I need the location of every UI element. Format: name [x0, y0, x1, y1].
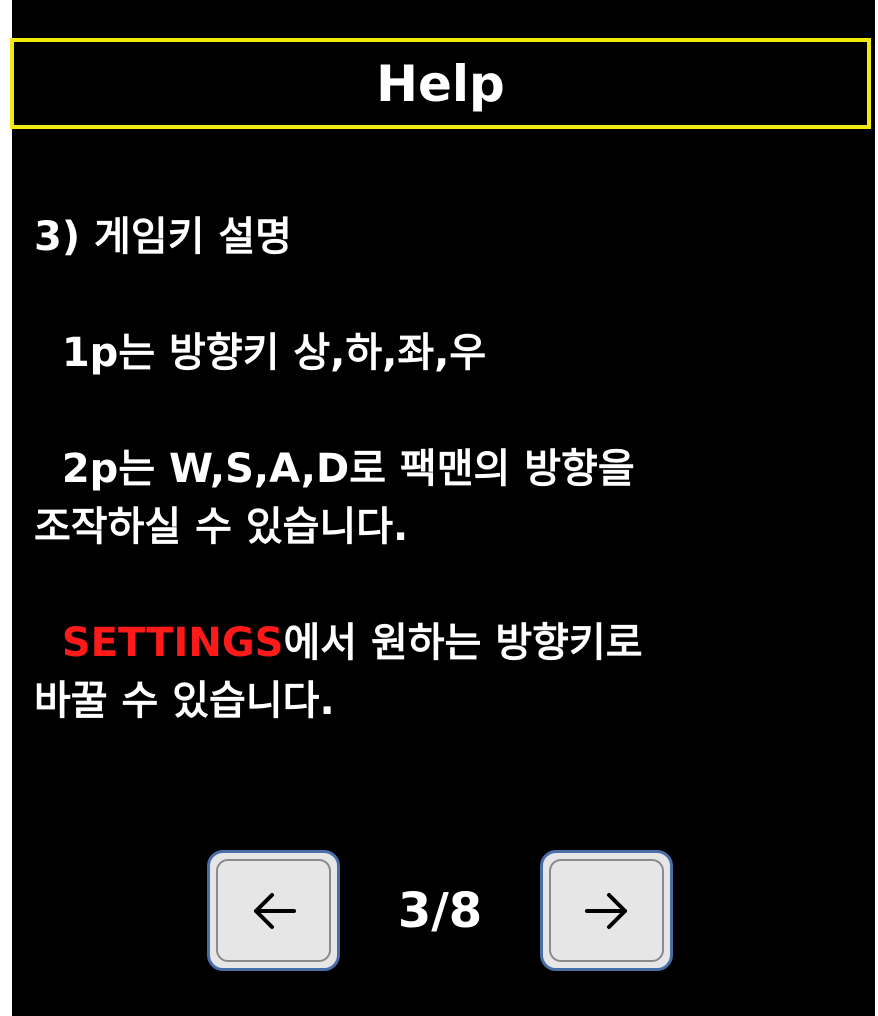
arrow-left-icon [253, 892, 296, 929]
help-text-settings-line1: SETTINGS에서 원하는 방향키로 [34, 614, 854, 672]
help-text-1p: 1p는 방향키 상,하,좌,우 [34, 330, 487, 376]
page-indicator: 3/8 [397, 883, 483, 939]
help-text-2p-line2: 조작하실 수 있습니다. [34, 504, 409, 550]
next-page-button[interactable] [540, 850, 673, 971]
title-bar: Help [10, 38, 871, 129]
page-title: Help [376, 54, 505, 113]
prev-page-button[interactable] [207, 850, 340, 971]
help-text-settings-line2: 바꿀 수 있습니다. [34, 678, 335, 724]
help-content: 3) 게임키 설명 1p는 방향키 상,하,좌,우 2p는 W,S,A,D로 팩… [34, 208, 854, 730]
section-heading: 3) 게임키 설명 [34, 214, 292, 260]
settings-keyword: SETTINGS [61, 620, 284, 666]
settings-line1-rest: 에서 원하는 방향키로 [283, 620, 643, 666]
help-text-2p-line1: 2p는 W,S,A,D로 팩맨의 방향을 [34, 446, 635, 492]
arrow-right-icon [584, 892, 627, 929]
